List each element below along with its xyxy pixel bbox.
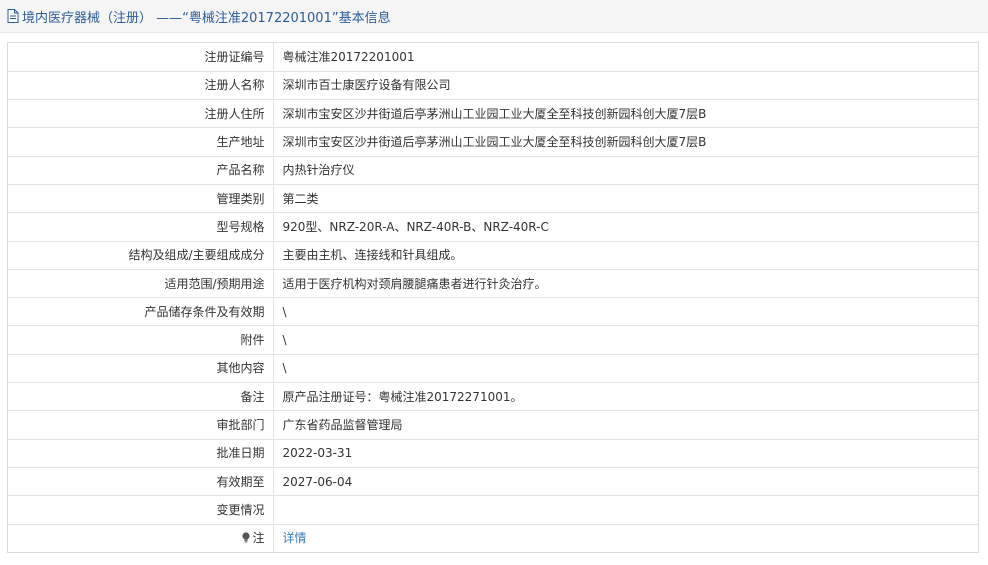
- row-value: 深圳市宝安区沙井街道后亭茅洲山工业园工业大厦全至科技创新园科创大厦7层B: [273, 127, 978, 157]
- details-link[interactable]: 详情: [283, 531, 307, 545]
- row-value: 适用于医疗机构对颈肩腰腿痛患者进行针灸治疗。: [273, 269, 978, 299]
- info-table: 注册证编号 粤械注准20172201001 注册人名称 深圳市百士康医疗设备有限…: [8, 43, 978, 553]
- table-row: 管理类别 第二类: [8, 184, 978, 214]
- row-label: 其他内容: [8, 354, 274, 384]
- note-label-cell: 注: [8, 524, 274, 553]
- table-row: 注册证编号 粤械注准20172201001: [8, 43, 978, 72]
- row-value: 2022-03-31: [273, 439, 978, 468]
- row-value: 主要由主机、连接线和针具组成。: [273, 241, 978, 270]
- note-label: 注: [252, 531, 265, 546]
- row-label: 结构及组成/主要组成成分: [8, 241, 274, 270]
- row-value: 深圳市宝安区沙井街道后亭茅洲山工业园工业大厦全至科技创新园科创大厦7层B: [273, 99, 978, 129]
- row-label: 审批部门: [8, 410, 274, 440]
- table-row: 产品储存条件及有效期 \: [8, 297, 978, 327]
- table-row: 变更情况: [8, 495, 978, 525]
- page-title: 境内医疗器械（注册） ——“粤械注准20172201001”基本信息: [22, 10, 391, 26]
- row-value: 第二类: [273, 184, 978, 214]
- row-label: 产品名称: [8, 156, 274, 185]
- row-label: 型号规格: [8, 212, 274, 242]
- info-table-panel: 注册证编号 粤械注准20172201001 注册人名称 深圳市百士康医疗设备有限…: [7, 42, 979, 554]
- row-label: 管理类别: [8, 184, 274, 214]
- row-label: 注册证编号: [8, 43, 274, 72]
- row-value: 广东省药品监督管理局: [273, 410, 978, 440]
- row-value: 内热针治疗仪: [273, 156, 978, 185]
- table-row-note: 注 详情: [8, 524, 978, 553]
- table-row: 注册人名称 深圳市百士康医疗设备有限公司: [8, 71, 978, 101]
- row-label: 注册人住所: [8, 99, 274, 129]
- document-icon: [7, 9, 19, 23]
- row-value: 原产品注册证号：粤械注准20172271001。: [273, 382, 978, 412]
- table-row: 型号规格 920型、NRZ-20R-A、NRZ-40R-B、NRZ-40R-C: [8, 212, 978, 242]
- table-row: 备注 原产品注册证号：粤械注准20172271001。: [8, 382, 978, 412]
- table-row: 生产地址 深圳市宝安区沙井街道后亭茅洲山工业园工业大厦全至科技创新园科创大厦7层…: [8, 127, 978, 157]
- row-label: 生产地址: [8, 127, 274, 157]
- row-value: 920型、NRZ-20R-A、NRZ-40R-B、NRZ-40R-C: [273, 212, 978, 242]
- row-value: 粤械注准20172201001: [273, 43, 978, 72]
- table-row: 注册人住所 深圳市宝安区沙井街道后亭茅洲山工业园工业大厦全至科技创新园科创大厦7…: [8, 99, 978, 129]
- row-label: 批准日期: [8, 439, 274, 468]
- table-row: 适用范围/预期用途 适用于医疗机构对颈肩腰腿痛患者进行针灸治疗。: [8, 269, 978, 299]
- row-value: \: [273, 354, 978, 384]
- table-row: 其他内容 \: [8, 354, 978, 384]
- row-label: 注册人名称: [8, 71, 274, 101]
- page-header: 境内医疗器械（注册） ——“粤械注准20172201001”基本信息: [0, 0, 988, 33]
- table-row: 审批部门 广东省药品监督管理局: [8, 410, 978, 440]
- table-row: 附件 \: [8, 325, 978, 355]
- note-value-cell: 详情: [273, 524, 978, 552]
- row-value: [273, 495, 978, 525]
- row-label: 产品储存条件及有效期: [8, 297, 274, 327]
- row-value: \: [273, 325, 978, 355]
- row-label: 变更情况: [8, 495, 274, 525]
- lightbulb-icon: [242, 532, 251, 544]
- table-row: 结构及组成/主要组成成分 主要由主机、连接线和针具组成。: [8, 241, 978, 270]
- table-row: 产品名称 内热针治疗仪: [8, 156, 978, 185]
- row-label: 适用范围/预期用途: [8, 269, 274, 299]
- row-value: 2027-06-04: [273, 467, 978, 497]
- row-label: 备注: [8, 382, 274, 412]
- table-row: 有效期至 2027-06-04: [8, 467, 978, 497]
- row-label: 有效期至: [8, 467, 274, 497]
- row-value: \: [273, 297, 978, 327]
- row-label: 附件: [8, 325, 274, 355]
- table-row: 批准日期 2022-03-31: [8, 439, 978, 468]
- row-value: 深圳市百士康医疗设备有限公司: [273, 71, 978, 101]
